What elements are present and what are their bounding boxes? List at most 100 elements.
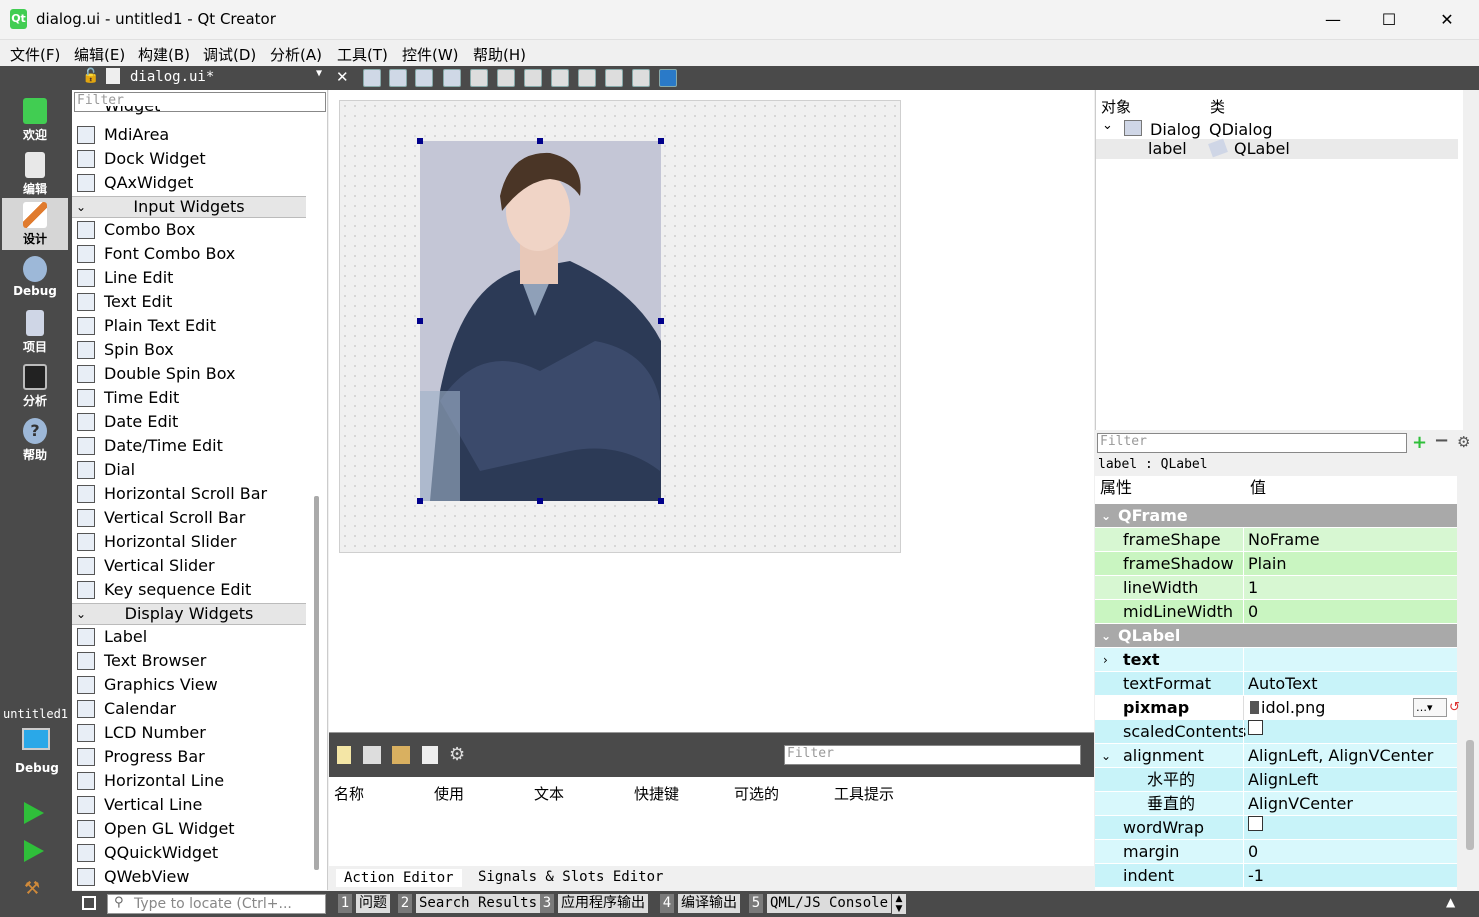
property-group-qframe[interactable]: ⌄ QFrame	[1095, 504, 1457, 528]
close-document-icon[interactable]: ✕	[336, 68, 349, 86]
word-wrap-checkbox[interactable]	[1248, 816, 1263, 831]
toggle-sidebar-icon[interactable]	[82, 896, 96, 910]
widget-item[interactable]: Date/Time Edit	[74, 434, 306, 458]
output-tab-compile[interactable]: 4 编译输出	[660, 894, 740, 914]
widget-item[interactable]: Vertical Line	[74, 793, 306, 817]
selection-handle[interactable]	[417, 318, 423, 324]
widget-item[interactable]: Vertical Slider	[74, 554, 306, 578]
layout-grid-icon[interactable]	[578, 69, 596, 87]
column-header[interactable]: 工具提示	[834, 783, 894, 804]
chevron-up-icon[interactable]: ▲	[1446, 895, 1455, 909]
tree-row-dialog[interactable]: ⌄ Dialog QDialog	[1096, 118, 1458, 140]
widget-item[interactable]: Plain Text Edit	[74, 314, 306, 338]
pixmap-browse-button[interactable]: …▾	[1413, 698, 1447, 717]
category-input-widgets[interactable]: ⌄ Input Widgets	[72, 196, 306, 218]
widget-item[interactable]: Text Edit	[74, 290, 306, 314]
widget-item[interactable]: Font Combo Box	[74, 242, 306, 266]
property-value[interactable]: AlignLeft	[1248, 768, 1318, 792]
reset-icon[interactable]: ↺	[1449, 696, 1460, 720]
tab-action-editor[interactable]: Action Editor	[336, 869, 462, 887]
widget-item[interactable]: LCD Number	[74, 721, 306, 745]
property-row[interactable]: lineWidth 1	[1095, 576, 1457, 600]
column-header[interactable]: 类	[1210, 96, 1225, 117]
selection-handle[interactable]	[658, 138, 664, 144]
monitor-icon[interactable]	[22, 728, 50, 750]
property-row[interactable]: margin 0	[1095, 840, 1457, 864]
new-action-icon[interactable]	[337, 746, 351, 764]
tab-scroll-icon[interactable]: ▲ ▼	[892, 894, 906, 914]
adjust-size-icon[interactable]	[659, 69, 677, 87]
build-hammer-icon[interactable]: ⚒	[24, 878, 46, 900]
widget-item[interactable]: Line Edit	[74, 266, 306, 290]
chevron-down-icon[interactable]: ▼	[316, 68, 322, 79]
output-tab-qml-console[interactable]: 5 QML/JS Console	[749, 894, 892, 914]
action-filter-input[interactable]: Filter	[784, 745, 1081, 765]
paste-action-icon[interactable]	[392, 746, 410, 764]
property-value[interactable]: -1	[1248, 864, 1264, 888]
property-row[interactable]: 水平的 AlignLeft	[1095, 768, 1457, 792]
configure-icon[interactable]: ⚙	[449, 744, 465, 765]
column-header[interactable]: 值	[1250, 476, 1266, 500]
widget-item[interactable]: Combo Box	[74, 218, 306, 242]
property-value[interactable]: 1	[1248, 576, 1258, 600]
column-header[interactable]: 属性	[1100, 476, 1132, 500]
property-row[interactable]: textFormat AutoText	[1095, 672, 1457, 696]
document-tab[interactable]: 🔓 dialog.ui* ▼	[72, 66, 328, 90]
remove-property-icon[interactable]: −	[1434, 430, 1449, 451]
column-header[interactable]: 快捷键	[634, 783, 679, 804]
widget-item-partial[interactable]: Widget	[74, 106, 306, 118]
layout-v-splitter-icon[interactable]	[551, 69, 569, 87]
property-value[interactable]: idol.png	[1261, 696, 1325, 720]
widget-item[interactable]: Progress Bar	[74, 745, 306, 769]
property-group-qlabel[interactable]: ⌄ QLabel	[1095, 624, 1457, 648]
widget-item[interactable]: Horizontal Scroll Bar	[74, 482, 306, 506]
widget-item[interactable]: MdiArea	[74, 123, 306, 147]
chevron-down-icon[interactable]: ⌄	[1101, 744, 1111, 768]
property-row[interactable]: pixmap idol.png …▾ ↺	[1095, 696, 1460, 720]
selection-handle[interactable]	[658, 318, 664, 324]
property-value[interactable]: NoFrame	[1248, 528, 1320, 552]
property-row[interactable]: indent -1	[1095, 864, 1457, 888]
widget-item[interactable]: Date Edit	[74, 410, 306, 434]
widget-item[interactable]: Double Spin Box	[74, 362, 306, 386]
mode-help[interactable]: ? 帮助	[2, 414, 68, 466]
menu-build[interactable]: 构建(B)	[138, 44, 190, 65]
copy-action-icon[interactable]	[363, 746, 381, 764]
configure-icon[interactable]: ⚙	[1457, 433, 1470, 451]
property-row[interactable]: midLineWidth 0	[1095, 600, 1457, 624]
layout-h-splitter-icon[interactable]	[524, 69, 542, 87]
menu-edit[interactable]: 编辑(E)	[74, 44, 125, 65]
widget-box-scrollbar[interactable]	[314, 496, 319, 870]
scrollbar-thumb[interactable]	[1466, 740, 1474, 850]
layout-vertical-icon[interactable]	[497, 69, 515, 87]
scaled-contents-checkbox[interactable]	[1248, 720, 1263, 735]
run-icon[interactable]	[24, 802, 44, 824]
mode-edit[interactable]: 编辑	[2, 148, 68, 200]
widget-item[interactable]: Spin Box	[74, 338, 306, 362]
close-window-button[interactable]: ✕	[1424, 6, 1470, 34]
widget-item[interactable]: Label	[74, 625, 306, 649]
property-row[interactable]: scaledContents	[1095, 720, 1457, 744]
edit-tab-order-icon[interactable]	[443, 69, 461, 87]
break-layout-icon[interactable]	[632, 69, 650, 87]
property-value[interactable]: AutoText	[1248, 672, 1318, 696]
label-pixmap-image[interactable]	[420, 141, 661, 501]
property-value[interactable]: 0	[1248, 840, 1258, 864]
mode-design[interactable]: 设计	[2, 198, 68, 250]
column-header[interactable]: 使用	[434, 783, 464, 804]
property-row[interactable]: frameShadow Plain	[1095, 552, 1457, 576]
minimize-button[interactable]: —	[1310, 6, 1356, 34]
column-header[interactable]: 对象	[1101, 96, 1131, 117]
column-header[interactable]: 可选的	[734, 783, 779, 804]
maximize-button[interactable]: ☐	[1366, 6, 1412, 34]
selection-handle[interactable]	[537, 138, 543, 144]
tab-signals-slots[interactable]: Signals & Slots Editor	[478, 869, 663, 885]
mode-welcome[interactable]: 欢迎	[2, 94, 68, 146]
widget-item[interactable]: Time Edit	[74, 386, 306, 410]
menu-file[interactable]: 文件(F)	[10, 44, 60, 65]
menu-debug[interactable]: 调试(D)	[203, 44, 256, 65]
output-tab-search[interactable]: 2 Search Results	[398, 894, 541, 914]
edit-widgets-icon[interactable]	[363, 69, 381, 87]
property-row[interactable]: frameShape NoFrame	[1095, 528, 1457, 552]
widget-item[interactable]: QQuickWidget	[74, 841, 306, 865]
